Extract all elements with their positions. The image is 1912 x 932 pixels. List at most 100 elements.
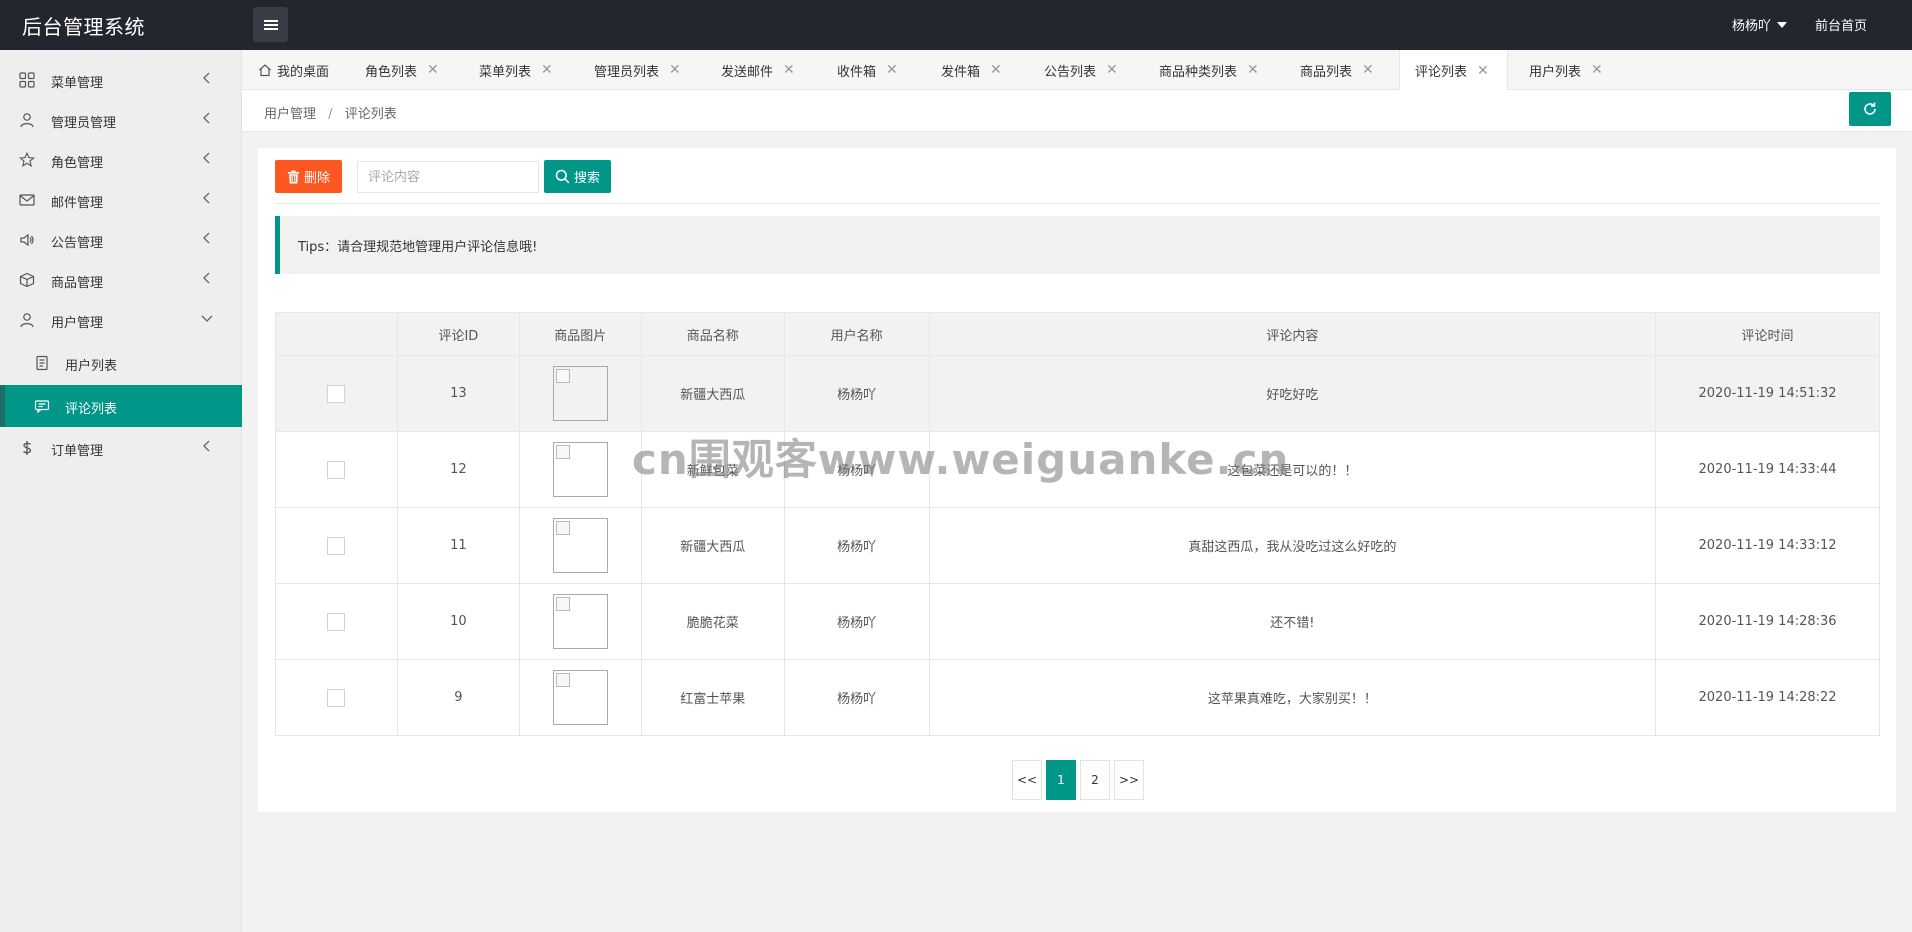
sidebar-item-label: 订单管理 — [51, 444, 104, 459]
cell-id: 9 — [396, 659, 520, 736]
sidebar-item-users[interactable]: 用户管理 — [0, 300, 242, 340]
cell-product: 新疆大西瓜 — [640, 355, 785, 432]
pagination-next[interactable]: >> — [1114, 760, 1144, 800]
user-icon — [18, 311, 36, 329]
frontend-home-link[interactable]: 前台首页 — [1815, 15, 1867, 34]
sidebar-subitem-comment-list[interactable]: 评论列表 — [0, 385, 242, 427]
image-cell — [518, 355, 642, 432]
tab-notice-list[interactable]: 公告列表 ✕ — [1044, 50, 1118, 90]
tab-send-mail[interactable]: 发送邮件 ✕ — [721, 50, 795, 90]
sidebar-item-mail[interactable]: 邮件管理 — [0, 180, 242, 220]
cell-time: 2020-11-19 14:51:32 — [1655, 355, 1880, 432]
tab-inbox[interactable]: 收件箱 ✕ — [837, 50, 898, 90]
tab-user-list[interactable]: 用户列表 ✕ — [1529, 50, 1603, 90]
star-icon — [18, 151, 36, 169]
breadcrumb-bar: 用户管理 / 评论列表 — [242, 90, 1912, 132]
sidebar: 菜单管理 管理员管理 角色管理 邮件管理 公告管理 商品管理 用户管理 用户列表… — [0, 50, 242, 932]
menu-toggle-button[interactable] — [253, 7, 288, 42]
sidebar-item-menu[interactable]: 菜单管理 — [0, 60, 242, 100]
broken-image-icon — [552, 442, 608, 497]
image-cell — [518, 431, 642, 508]
chevron-left-icon — [200, 191, 214, 205]
close-icon[interactable]: ✕ — [886, 62, 898, 78]
user-name: 杨杨吖 — [1732, 19, 1772, 34]
top-header: 后台管理系统 杨杨吖 前台首页 — [0, 0, 1912, 50]
sidebar-item-orders[interactable]: 订单管理 — [0, 428, 242, 468]
caret-down-icon — [1777, 21, 1788, 28]
sidebar-item-notice[interactable]: 公告管理 — [0, 220, 242, 260]
close-icon[interactable]: ✕ — [427, 62, 439, 78]
sidebar-subitem-user-list[interactable]: 用户列表 — [0, 342, 242, 384]
cell-id: 12 — [396, 431, 520, 508]
tab-admin-list[interactable]: 管理员列表 ✕ — [594, 50, 681, 90]
comment-search-input[interactable] — [357, 161, 539, 193]
breadcrumb-parent[interactable]: 用户管理 — [264, 107, 316, 122]
row-checkbox[interactable] — [327, 612, 346, 631]
pagination-page-2[interactable]: 2 — [1080, 760, 1110, 800]
cell-content: 还不错! — [928, 583, 1657, 660]
tab-comment-list[interactable]: 评论列表 ✕ — [1399, 50, 1508, 91]
broken-image-icon — [552, 594, 608, 649]
table-row[interactable]: 10 脆脆花菜 杨杨吖 还不错! 2020-11-19 14:28:36 — [275, 583, 1880, 660]
chevron-left-icon — [200, 111, 214, 125]
close-icon[interactable]: ✕ — [990, 62, 1002, 78]
sidebar-item-label: 管理员管理 — [51, 116, 117, 131]
cell-content: 真甜这西瓜，我从没吃过这么好吃的 — [928, 507, 1657, 584]
pagination-prev[interactable]: << — [1012, 760, 1042, 800]
row-checkbox[interactable] — [327, 688, 346, 707]
close-icon[interactable]: ✕ — [783, 62, 795, 78]
row-checkbox[interactable] — [327, 384, 346, 403]
close-icon[interactable]: ✕ — [1477, 63, 1489, 79]
column-header-id: 评论ID — [396, 312, 520, 356]
table-row[interactable]: 13 新疆大西瓜 杨杨吖 好吃好吃 2020-11-19 14:51:32 — [275, 355, 1880, 432]
pagination-page-1[interactable]: 1 — [1046, 760, 1076, 800]
cell-id: 10 — [396, 583, 520, 660]
breadcrumb-current: 评论列表 — [344, 107, 397, 122]
delete-button[interactable]: 删除 — [275, 160, 342, 193]
close-icon[interactable]: ✕ — [669, 62, 681, 78]
row-checkbox[interactable] — [327, 460, 346, 479]
sidebar-item-label: 用户管理 — [51, 316, 104, 331]
table-row[interactable]: 9 红富士苹果 杨杨吖 这苹果真难吃，大家别买！！ 2020-11-19 14:… — [275, 659, 1880, 736]
row-checkbox[interactable] — [327, 536, 346, 555]
close-icon[interactable]: ✕ — [541, 62, 553, 78]
tab-role-list[interactable]: 角色列表 ✕ — [365, 50, 439, 90]
close-icon[interactable]: ✕ — [1106, 62, 1118, 78]
tips-banner: Tips：请合理规范地管理用户评论信息哦! — [275, 216, 1880, 274]
sidebar-item-label: 商品管理 — [51, 276, 104, 291]
refresh-button[interactable] — [1849, 92, 1891, 126]
column-header-time: 评论时间 — [1655, 312, 1880, 356]
tab-my-desktop[interactable]: 我的桌面 — [258, 50, 329, 90]
image-cell — [518, 583, 642, 660]
close-icon[interactable]: ✕ — [1591, 62, 1603, 78]
tab-goods-list[interactable]: 商品列表 ✕ — [1300, 50, 1374, 90]
brand-title: 后台管理系统 — [22, 15, 145, 39]
search-button[interactable]: 搜索 — [544, 160, 611, 193]
user-icon — [18, 111, 36, 129]
tab-bar: 我的桌面 角色列表 ✕ 菜单列表 ✕ 管理员列表 ✕ 发送邮件 ✕ 收件箱 ✕ 发件箱 ✕ … — [242, 50, 1912, 91]
select-cell — [275, 507, 398, 584]
tab-menu-list[interactable]: 菜单列表 ✕ — [479, 50, 553, 90]
sidebar-item-label: 邮件管理 — [51, 196, 104, 211]
close-icon[interactable]: ✕ — [1247, 62, 1259, 78]
sidebar-item-admin[interactable]: 管理员管理 — [0, 100, 242, 140]
close-icon[interactable]: ✕ — [1362, 62, 1374, 78]
sidebar-item-label: 角色管理 — [51, 156, 104, 171]
box-icon — [18, 271, 36, 289]
cell-id: 11 — [396, 507, 520, 584]
column-header-select — [275, 312, 398, 356]
cell-time: 2020-11-19 14:33:12 — [1655, 507, 1880, 584]
image-cell — [518, 507, 642, 584]
column-header-content: 评论内容 — [928, 312, 1657, 356]
tab-label: 用户列表 — [1529, 64, 1582, 80]
sidebar-item-role[interactable]: 角色管理 — [0, 140, 242, 180]
breadcrumb: 用户管理 / 评论列表 — [264, 103, 397, 122]
mail-icon — [18, 191, 36, 209]
tab-outbox[interactable]: 发件箱 ✕ — [941, 50, 1002, 90]
tab-goods-category-list[interactable]: 商品种类列表 ✕ — [1159, 50, 1259, 90]
cell-product: 红富士苹果 — [640, 659, 785, 736]
sidebar-item-goods[interactable]: 商品管理 — [0, 260, 242, 300]
user-menu[interactable]: 杨杨吖 — [1732, 15, 1788, 34]
table-row[interactable]: 11 新疆大西瓜 杨杨吖 真甜这西瓜，我从没吃过这么好吃的 2020-11-19… — [275, 507, 1880, 584]
column-header-image: 商品图片 — [518, 312, 642, 356]
